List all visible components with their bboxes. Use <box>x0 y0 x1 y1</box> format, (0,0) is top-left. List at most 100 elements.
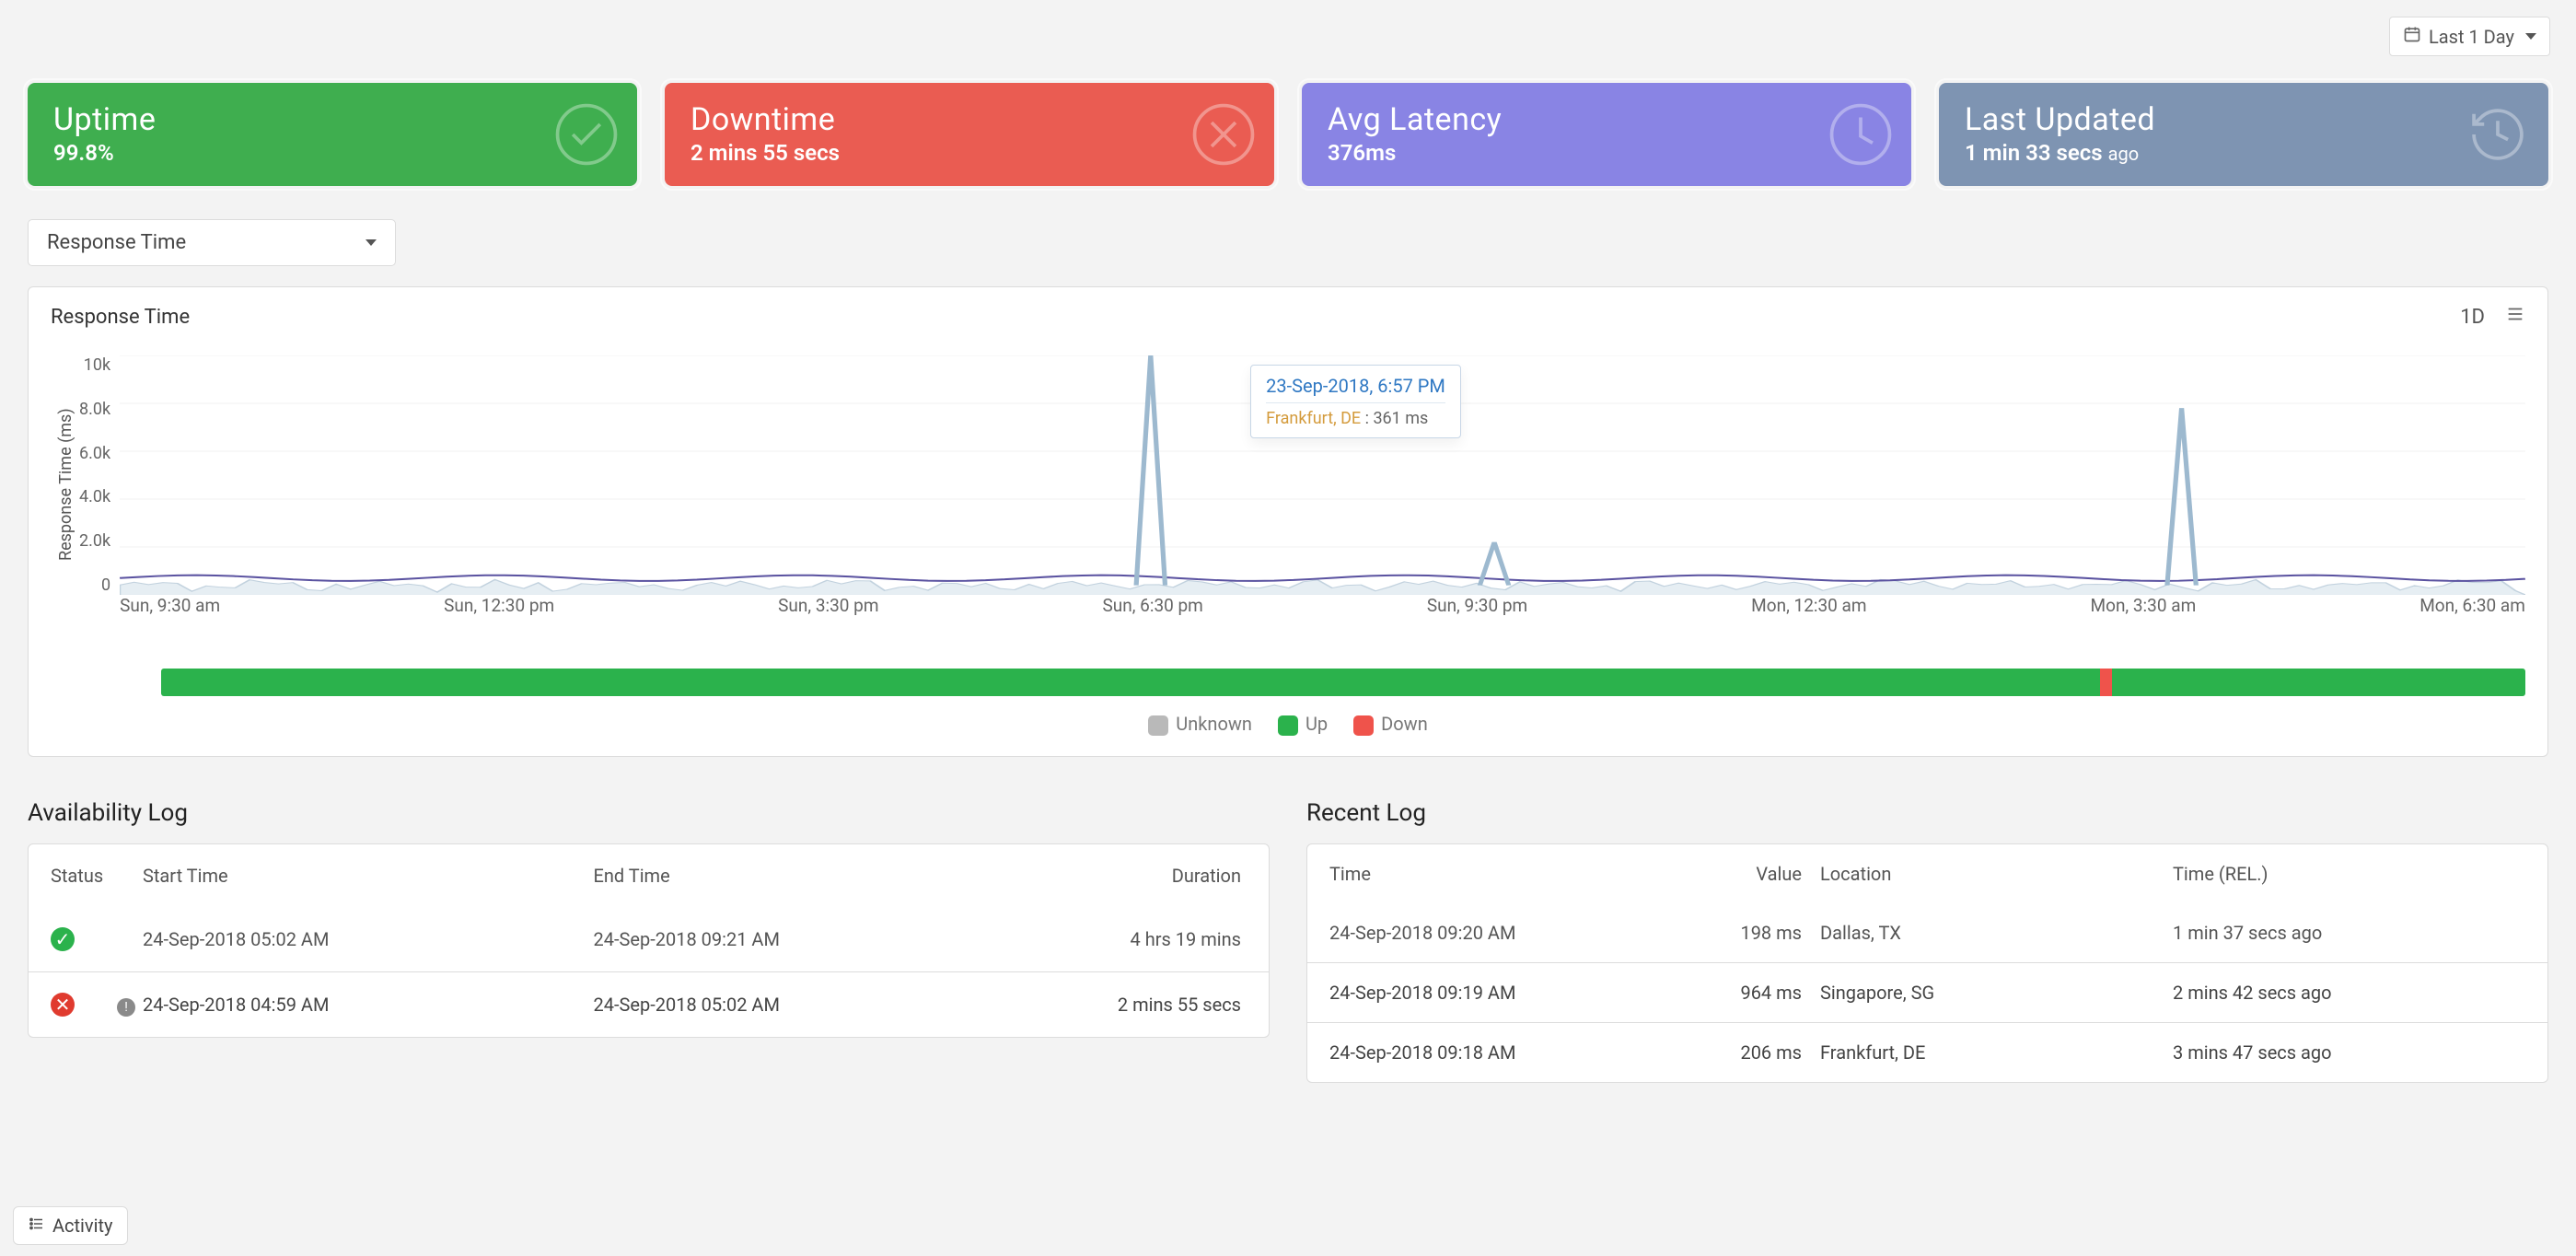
legend-label: Down <box>1381 713 1428 735</box>
calendar-icon <box>2403 25 2421 48</box>
stat-title: Avg Latency <box>1328 101 1886 138</box>
col-header: Location <box>1820 863 2173 885</box>
col-header: Time <box>1329 863 1682 885</box>
x-tick: Mon, 3:30 am <box>2091 595 2197 616</box>
warning-icon: ! <box>117 998 135 1017</box>
cell-location: Frankfurt, DE <box>1820 1041 2173 1064</box>
table-row[interactable]: 24-Sep-2018 09:20 AM198 msDallas, TX1 mi… <box>1307 903 2547 962</box>
table-row[interactable]: 24-Sep-2018 09:19 AM964 msSingapore, SG2… <box>1307 962 2547 1022</box>
activity-tab[interactable]: Activity <box>13 1206 128 1245</box>
x-tick: Sun, 3:30 pm <box>778 595 878 616</box>
cell-start: 24-Sep-2018 04:59 AM <box>143 994 594 1016</box>
stat-title: Uptime <box>53 101 611 138</box>
stat-value: 376ms <box>1328 140 1886 166</box>
chart-title: Response Time <box>51 306 190 329</box>
metric-select[interactable]: Response Time <box>28 219 396 266</box>
recent-log-table: Time Value Location Time (REL.) 24-Sep-2… <box>1306 843 2548 1083</box>
cell-location: Dallas, TX <box>1820 922 2173 944</box>
col-header: Start Time <box>143 865 594 887</box>
cell-time: 24-Sep-2018 09:18 AM <box>1329 1041 1682 1064</box>
uptime-card: Uptime 99.8% <box>28 83 637 186</box>
cell-rel: 1 min 37 secs ago <box>2173 922 2525 944</box>
latency-card: Avg Latency 376ms <box>1302 83 1911 186</box>
stat-cards: Uptime 99.8% Downtime 2 mins 55 secs Avg… <box>28 83 2548 186</box>
legend-item-unknown: Unknown <box>1148 713 1252 736</box>
tooltip-value: 361 ms <box>1373 409 1428 428</box>
table-row[interactable]: ✕! 24-Sep-2018 04:59 AM24-Sep-2018 05:02 … <box>29 971 1269 1037</box>
time-range-picker[interactable]: Last 1 Day <box>2389 17 2550 56</box>
cell-value: 198 ms <box>1682 922 1820 944</box>
table-row[interactable]: ✓ 24-Sep-2018 05:02 AM24-Sep-2018 09:21 A… <box>29 907 1269 971</box>
metric-select-label: Response Time <box>47 231 186 254</box>
stat-value-suffix: ago <box>2108 143 2140 165</box>
tooltip-location: Frankfurt, DE <box>1266 409 1361 428</box>
stat-title: Downtime <box>690 101 1248 138</box>
cell-time: 24-Sep-2018 09:20 AM <box>1329 922 1682 944</box>
legend-item-up: Up <box>1278 713 1328 736</box>
x-tick: Sun, 9:30 am <box>120 595 220 616</box>
list-icon <box>29 1215 45 1237</box>
y-tick: 8.0k <box>79 400 110 419</box>
stat-value-num: 1 min 33 secs <box>1965 140 2103 166</box>
chevron-down-icon <box>2525 33 2536 40</box>
y-axis-label: Response Time (ms) <box>51 355 75 613</box>
legend-label: Up <box>1305 713 1328 735</box>
cell-value: 964 ms <box>1682 982 1820 1004</box>
cell-start: 24-Sep-2018 05:02 AM <box>143 928 594 950</box>
chart-menu-icon[interactable] <box>2505 304 2525 330</box>
chevron-down-icon <box>366 239 377 246</box>
table-row[interactable]: 24-Sep-2018 09:18 AM206 msFrankfurt, DE3… <box>1307 1022 2547 1082</box>
cell-end: 24-Sep-2018 09:21 AM <box>594 928 1045 950</box>
downtime-card: Downtime 2 mins 55 secs <box>665 83 1274 186</box>
x-circle-icon <box>1189 100 1258 169</box>
stat-value: 1 min 33 secs ago <box>1965 140 2523 166</box>
cell-value: 206 ms <box>1682 1041 1820 1064</box>
cell-end: 24-Sep-2018 05:02 AM <box>594 994 1045 1016</box>
col-header: Value <box>1682 863 1820 885</box>
clock-icon <box>1827 100 1895 169</box>
x-tick: Sun, 9:30 pm <box>1427 595 1527 616</box>
legend-item-down: Down <box>1353 713 1428 736</box>
stat-value: 99.8% <box>53 140 611 166</box>
response-time-chart-card: Response Time 1D Response Time (ms) 10k … <box>28 286 2548 757</box>
cell-rel: 2 mins 42 secs ago <box>2173 982 2525 1004</box>
status-bar-down-segment <box>2100 669 2112 696</box>
chart-tooltip: 23-Sep-2018, 6:57 PM Frankfurt, DE : 361… <box>1250 365 1461 438</box>
y-tick: 4.0k <box>79 487 110 506</box>
cell-time: 24-Sep-2018 09:19 AM <box>1329 982 1682 1004</box>
legend-label: Unknown <box>1176 713 1252 735</box>
table-header: Status Start Time End Time Duration <box>29 844 1269 907</box>
recent-log: Recent Log Time Value Location Time (REL… <box>1306 799 2548 1083</box>
status-ok-icon: ✓ <box>51 927 75 951</box>
recent-log-title: Recent Log <box>1306 799 2548 827</box>
cell-location: Singapore, SG <box>1820 982 2173 1004</box>
cell-duration: 4 hrs 19 mins <box>1044 928 1247 950</box>
activity-tab-label: Activity <box>52 1215 112 1237</box>
chart-range-label[interactable]: 1D <box>2460 306 2485 329</box>
availability-log-title: Availability Log <box>28 799 1270 827</box>
y-tick: 6.0k <box>79 444 110 463</box>
x-axis-ticks: Sun, 9:30 am Sun, 12:30 pm Sun, 3:30 pm … <box>120 595 2525 616</box>
response-time-plot[interactable]: 23-Sep-2018, 6:57 PM Frankfurt, DE : 361… <box>120 355 2525 613</box>
col-header: End Time <box>594 865 1045 887</box>
table-header: Time Value Location Time (REL.) <box>1307 844 2547 903</box>
status-error-icon: ✕ <box>51 993 75 1017</box>
uptime-status-bar <box>161 669 2525 696</box>
availability-log-table: Status Start Time End Time Duration ✓ 24-… <box>28 843 1270 1038</box>
col-header: Duration <box>1044 865 1247 887</box>
x-tick: Sun, 12:30 pm <box>444 595 554 616</box>
tooltip-date: 23-Sep-2018, 6:57 PM <box>1266 375 1445 397</box>
x-tick: Sun, 6:30 pm <box>1102 595 1202 616</box>
y-axis-ticks: 10k 8.0k 6.0k 4.0k 2.0k 0 <box>75 355 120 595</box>
y-tick: 10k <box>84 355 110 375</box>
y-tick: 0 <box>101 576 110 595</box>
col-header: Status <box>51 865 143 887</box>
x-tick: Mon, 6:30 am <box>2419 595 2525 616</box>
time-range-label: Last 1 Day <box>2429 26 2514 48</box>
availability-log: Availability Log Status Start Time End T… <box>28 799 1270 1083</box>
last-updated-card: Last Updated 1 min 33 secs ago <box>1939 83 2548 186</box>
history-icon <box>2464 100 2532 169</box>
stat-title: Last Updated <box>1965 101 2523 138</box>
check-circle-icon <box>552 100 621 169</box>
cell-rel: 3 mins 47 secs ago <box>2173 1041 2525 1064</box>
